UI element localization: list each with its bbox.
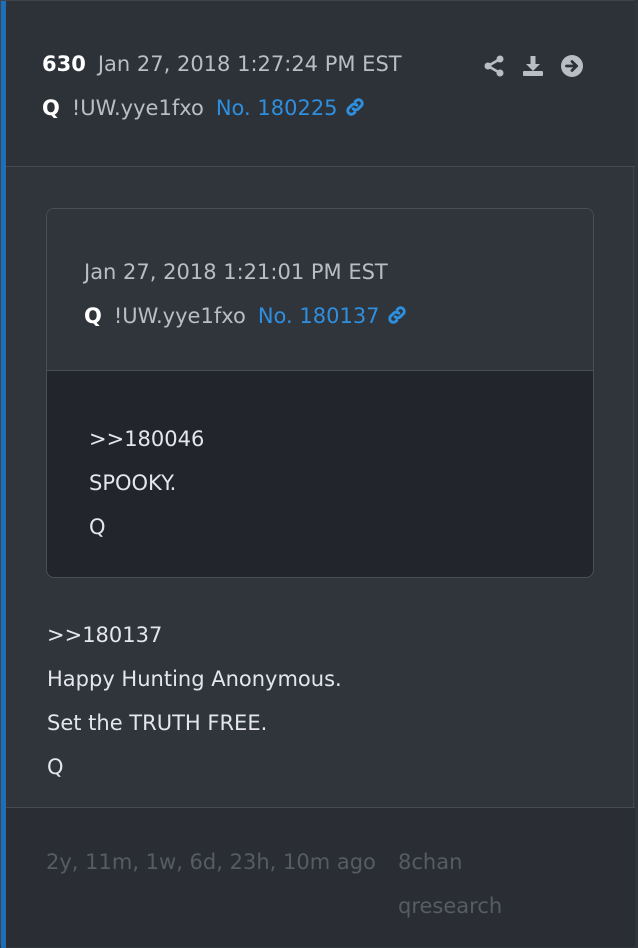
post-tripcode: !UW.yye1fxo — [71, 96, 204, 120]
quoted-author: Q — [84, 304, 102, 328]
quoted-tripcode: !UW.yye1fxo — [113, 304, 246, 328]
quoted-post-date: Jan 27, 2018 1:21:01 PM EST — [84, 260, 388, 284]
post-card: 630 Jan 27, 2018 1:27:24 PM EST Q !UW.yye1… — [0, 0, 635, 948]
post-body-line: Happy Hunting Anonymous. — [47, 667, 342, 691]
quoted-post-header: Jan 27, 2018 1:21:01 PM EST Q !UW.yye1fxo… — [47, 209, 593, 371]
quoted-body-line: Q — [89, 515, 106, 539]
post-number: 630 — [42, 52, 86, 76]
quoted-post: Jan 27, 2018 1:21:01 PM EST Q !UW.yye1fxo… — [46, 208, 594, 578]
quoted-body-line: >>180046 — [89, 427, 205, 451]
post-source: 8chan qresearch — [398, 840, 598, 928]
post-body-line: Q — [47, 755, 64, 779]
quoted-post-body: >>180046 SPOOKY. Q — [89, 417, 204, 549]
source-board: qresearch — [398, 894, 503, 918]
quoted-post-id-label: No. 180137 — [257, 304, 380, 328]
quoted-post-id-link[interactable]: No. 180137 — [258, 304, 408, 328]
post-body: >>180137 Happy Hunting Anonymous. Set th… — [47, 613, 342, 789]
share-icon[interactable] — [481, 53, 506, 78]
post-actions — [481, 53, 584, 78]
post-id-link[interactable]: No. 180225 — [216, 96, 366, 120]
post-author: Q — [42, 96, 60, 120]
post-id-label: No. 180225 — [215, 96, 338, 120]
source-site: 8chan — [398, 850, 463, 874]
link-icon — [386, 302, 408, 336]
download-icon[interactable] — [520, 53, 545, 78]
post-meta-line: 630 Jan 27, 2018 1:27:24 PM EST — [42, 47, 402, 81]
post-footer: 2y, 11m, 1w, 6d, 23h, 10m ago 8chan qres… — [6, 807, 635, 947]
post-body-line: >>180137 — [47, 623, 163, 647]
link-icon — [344, 94, 366, 128]
quoted-author-line: Q !UW.yye1fxo No. 180137 — [84, 299, 408, 336]
post-date: Jan 27, 2018 1:27:24 PM EST — [97, 52, 402, 76]
post-header: 630 Jan 27, 2018 1:27:24 PM EST Q !UW.yye1… — [6, 1, 635, 167]
post-body-line: Set the TRUTH FREE. — [47, 711, 268, 735]
post-author-line: Q !UW.yye1fxo No. 180225 — [42, 91, 366, 128]
arrow-right-circle-icon[interactable] — [559, 53, 584, 78]
quoted-body-line: SPOOKY. — [89, 471, 177, 495]
post-age: 2y, 11m, 1w, 6d, 23h, 10m ago — [46, 850, 376, 874]
